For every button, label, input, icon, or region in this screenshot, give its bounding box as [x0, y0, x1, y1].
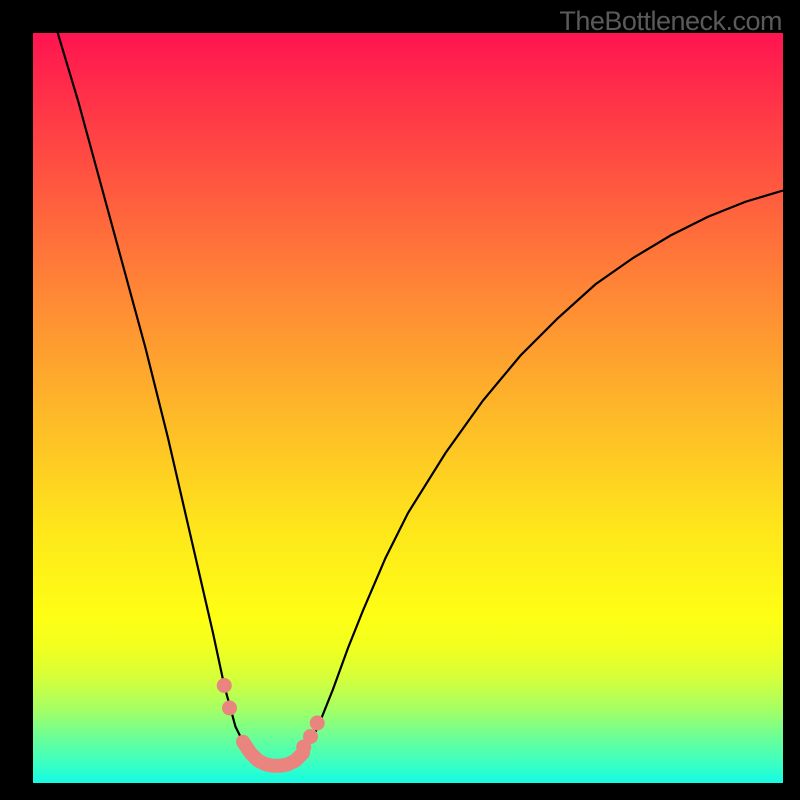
watermark-text: TheBottleneck.com [559, 6, 782, 37]
plot-gradient-background [33, 33, 783, 783]
chart-frame: TheBottleneck.com [0, 0, 800, 800]
